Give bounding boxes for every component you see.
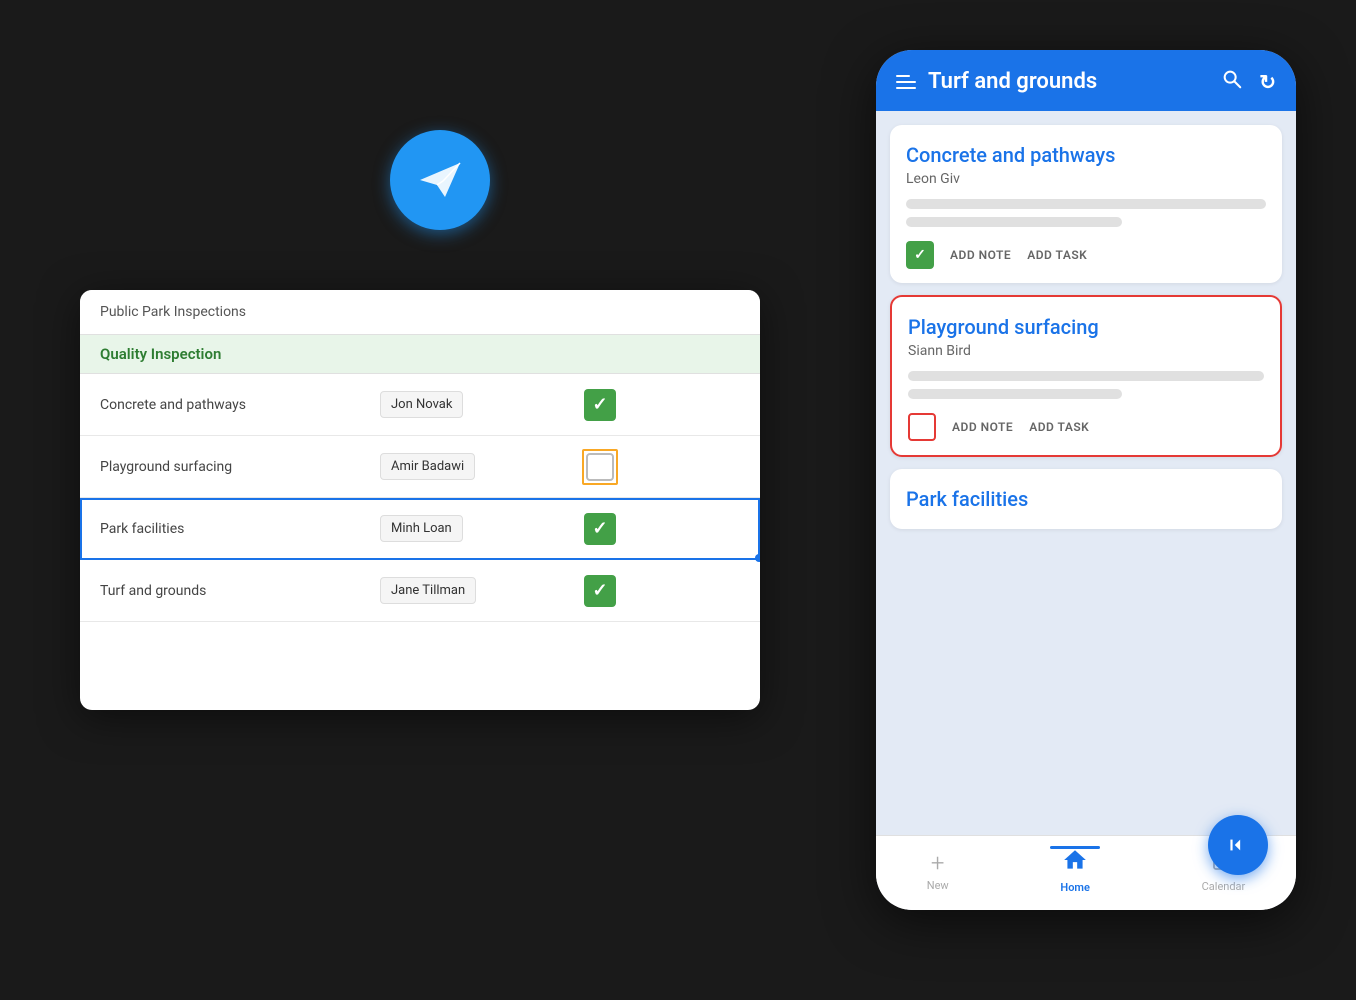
task-card-line bbox=[906, 217, 1122, 227]
hamburger-menu-icon[interactable] bbox=[896, 75, 916, 89]
task-card-lines bbox=[906, 199, 1266, 227]
task-card-playground[interactable]: Playground surfacing Siann Bird ADD NOTE… bbox=[890, 295, 1282, 457]
nav-label-home: Home bbox=[1060, 881, 1090, 894]
nav-item-home[interactable]: Home bbox=[1050, 846, 1100, 894]
task-checkbox-green[interactable] bbox=[906, 241, 934, 269]
task-card-park[interactable]: Park facilities bbox=[890, 469, 1282, 529]
spreadsheet-section-header: Quality Inspection bbox=[80, 335, 760, 374]
task-card-title: Park facilities bbox=[906, 487, 1266, 511]
phone-header-actions: ↻ bbox=[1221, 68, 1276, 95]
add-note-button[interactable]: ADD NOTE bbox=[950, 248, 1011, 262]
task-card-subtitle: Siann Bird bbox=[908, 343, 1264, 359]
phone-device: Turf and grounds ↻ Concrete and pathways… bbox=[876, 50, 1296, 910]
row-name-concrete: Concrete and pathways bbox=[80, 397, 380, 413]
row-person-turf: Jane Tillman bbox=[380, 577, 540, 604]
task-checkbox-red[interactable] bbox=[908, 413, 936, 441]
task-card-line bbox=[908, 371, 1264, 381]
search-icon[interactable] bbox=[1221, 68, 1243, 95]
table-row[interactable]: Park facilities Minh Loan bbox=[80, 498, 760, 560]
task-card-line bbox=[908, 389, 1122, 399]
phone-header-title: Turf and grounds bbox=[928, 69, 1209, 94]
phone-header: Turf and grounds ↻ bbox=[876, 50, 1296, 111]
row-person-playground: Amir Badawi bbox=[380, 453, 540, 480]
checkbox-checked[interactable] bbox=[584, 389, 616, 421]
add-task-button[interactable]: ADD TASK bbox=[1027, 248, 1087, 262]
table-row[interactable]: Turf and grounds Jane Tillman bbox=[80, 560, 760, 622]
checkbox-checked[interactable] bbox=[584, 575, 616, 607]
row-check-concrete[interactable] bbox=[540, 389, 660, 421]
add-note-button[interactable]: ADD NOTE bbox=[952, 420, 1013, 434]
row-person-park: Minh Loan bbox=[380, 515, 540, 542]
row-name-turf: Turf and grounds bbox=[80, 583, 380, 599]
task-card-line bbox=[906, 199, 1266, 209]
row-name-playground: Playground surfacing bbox=[80, 459, 380, 475]
checkbox-yellow-outline[interactable] bbox=[582, 449, 618, 485]
task-card-concrete[interactable]: Concrete and pathways Leon Giv ADD NOTE … bbox=[890, 125, 1282, 283]
nav-label-new: New bbox=[927, 879, 949, 892]
task-card-actions: ADD NOTE ADD TASK bbox=[906, 241, 1266, 269]
row-check-turf[interactable] bbox=[540, 575, 660, 607]
checkbox-checked[interactable] bbox=[584, 513, 616, 545]
task-card-title: Playground surfacing bbox=[908, 315, 1264, 339]
row-name-park: Park facilities bbox=[80, 521, 380, 537]
row-check-park[interactable] bbox=[540, 513, 660, 545]
phone-content-area: Concrete and pathways Leon Giv ADD NOTE … bbox=[876, 111, 1296, 835]
add-task-button[interactable]: ADD TASK bbox=[1029, 420, 1089, 434]
table-row[interactable]: Playground surfacing Amir Badawi bbox=[80, 436, 760, 498]
table-row[interactable]: Concrete and pathways Jon Novak bbox=[80, 374, 760, 436]
spreadsheet-title: Public Park Inspections bbox=[80, 290, 760, 335]
task-card-lines bbox=[908, 371, 1264, 399]
task-card-title: Concrete and pathways bbox=[906, 143, 1266, 167]
nav-label-calendar: Calendar bbox=[1202, 880, 1246, 893]
task-card-subtitle: Leon Giv bbox=[906, 171, 1266, 187]
nav-item-new[interactable]: + New bbox=[927, 849, 949, 892]
refresh-icon[interactable]: ↻ bbox=[1259, 70, 1276, 94]
paper-plane-icon bbox=[390, 130, 490, 230]
home-icon bbox=[1062, 847, 1088, 879]
plus-icon: + bbox=[931, 849, 945, 877]
spreadsheet-card: Public Park Inspections Quality Inspecti… bbox=[80, 290, 760, 710]
row-check-playground[interactable] bbox=[540, 449, 660, 485]
row-person-concrete: Jon Novak bbox=[380, 391, 540, 418]
fab-action-button[interactable] bbox=[1208, 815, 1268, 875]
task-card-actions: ADD NOTE ADD TASK bbox=[908, 413, 1264, 441]
